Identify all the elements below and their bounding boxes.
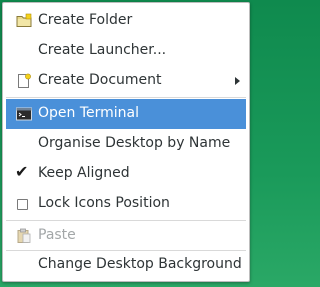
menu-separator xyxy=(6,97,246,98)
submenu-arrow-icon xyxy=(235,77,240,85)
menu-item-create-folder[interactable]: Create Folder xyxy=(6,6,246,36)
menu-item-label: Change Desktop Background xyxy=(38,256,242,272)
menu-item-lock-icons-position[interactable]: Lock Icons Position xyxy=(6,189,246,219)
menu-item-label: Create Folder xyxy=(38,12,133,28)
unchecked-checkbox-icon xyxy=(17,199,28,210)
menu-item-label: Paste xyxy=(38,227,76,243)
menu-item-label: Open Terminal xyxy=(38,105,140,121)
terminal-icon xyxy=(16,106,32,122)
menu-item-paste: Paste xyxy=(6,221,246,251)
menu-item-open-terminal[interactable]: Open Terminal xyxy=(6,99,246,129)
paste-icon xyxy=(16,228,32,244)
menu-item-keep-aligned[interactable]: ✔ Keep Aligned xyxy=(6,159,246,189)
menu-item-organise-desktop[interactable]: Organise Desktop by Name xyxy=(6,129,246,159)
menu-item-label: Keep Aligned xyxy=(38,165,130,181)
menu-item-create-document[interactable]: Create Document xyxy=(6,66,246,96)
menu-item-label: Create Launcher... xyxy=(38,42,167,58)
menu-item-label: Create Document xyxy=(38,72,162,88)
menu-item-change-desktop-background[interactable]: Change Desktop Background xyxy=(6,250,246,280)
checkmark-icon: ✔ xyxy=(15,162,29,181)
menu-item-label: Lock Icons Position xyxy=(38,195,170,211)
desktop-context-menu: Create Folder Create Launcher... Create … xyxy=(2,2,250,282)
document-new-icon xyxy=(16,73,32,89)
folder-new-icon xyxy=(16,13,32,29)
menu-item-label: Organise Desktop by Name xyxy=(38,135,231,151)
menu-item-create-launcher[interactable]: Create Launcher... xyxy=(6,36,246,66)
